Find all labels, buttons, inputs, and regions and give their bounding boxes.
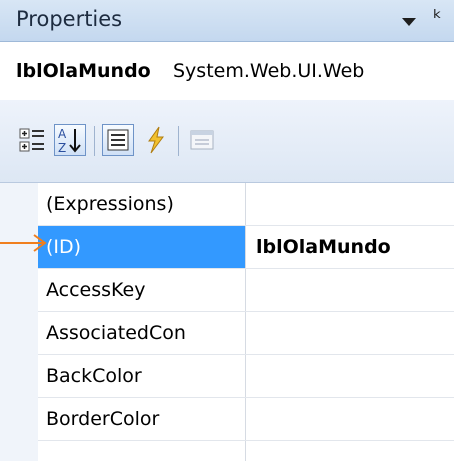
properties-window: Properties ᵏ lblOlaMundo System.Web.UI.W… [0, 0, 454, 461]
property-value[interactable]: lblOlaMundo [246, 226, 454, 268]
selected-object-type: System.Web.UI.Web [173, 60, 365, 82]
grid-gutter [0, 183, 38, 461]
property-value[interactable] [246, 183, 454, 225]
property-pages-button[interactable] [186, 124, 218, 156]
alphabetical-icon: A Z [58, 127, 81, 155]
selected-object-name: lblOlaMundo [16, 60, 151, 82]
property-name: AccessKey [38, 269, 246, 311]
window-position-dropdown-icon[interactable] [402, 18, 416, 26]
property-grid: (Expressions) (ID) lblOlaMundo AccessKey… [0, 183, 454, 461]
toolbar-separator [178, 126, 179, 156]
property-pages-icon [190, 130, 214, 150]
property-row-selected[interactable]: (ID) lblOlaMundo [38, 226, 454, 269]
events-button[interactable] [140, 124, 172, 156]
properties-button[interactable] [102, 124, 134, 156]
properties-icon [107, 129, 129, 151]
property-name: (ID) [38, 226, 246, 268]
property-row[interactable]: BorderColor [38, 398, 454, 441]
property-value[interactable] [246, 398, 454, 440]
svg-text:A: A [58, 127, 67, 141]
events-icon [148, 126, 164, 154]
property-name: AssociatedCon [38, 312, 246, 354]
object-selector[interactable]: lblOlaMundo System.Web.UI.Web [0, 42, 454, 100]
annotation-arrow-icon [0, 234, 47, 252]
property-row[interactable]: AccessKey [38, 269, 454, 312]
properties-toolbar: A Z [0, 100, 454, 183]
property-row[interactable] [38, 441, 454, 461]
categorized-icon [19, 128, 44, 152]
alphabetical-button[interactable]: A Z [54, 124, 86, 156]
property-name: BorderColor [38, 398, 246, 440]
categorized-button[interactable] [16, 124, 48, 156]
svg-text:Z: Z [58, 141, 66, 155]
property-row[interactable]: AssociatedCon [38, 312, 454, 355]
property-name: (Expressions) [38, 183, 246, 225]
property-value[interactable] [246, 441, 454, 461]
property-row[interactable]: (Expressions) [38, 183, 454, 226]
property-value[interactable] [246, 355, 454, 397]
toolbar-separator [94, 126, 95, 156]
title-bar: Properties ᵏ [0, 0, 454, 42]
property-name: BackColor [38, 355, 246, 397]
property-value[interactable] [246, 269, 454, 311]
pin-icon[interactable]: ᵏ [433, 6, 442, 30]
property-row[interactable]: BackColor [38, 355, 454, 398]
property-name [38, 441, 246, 461]
window-title: Properties [16, 7, 123, 31]
property-value[interactable] [246, 312, 454, 354]
